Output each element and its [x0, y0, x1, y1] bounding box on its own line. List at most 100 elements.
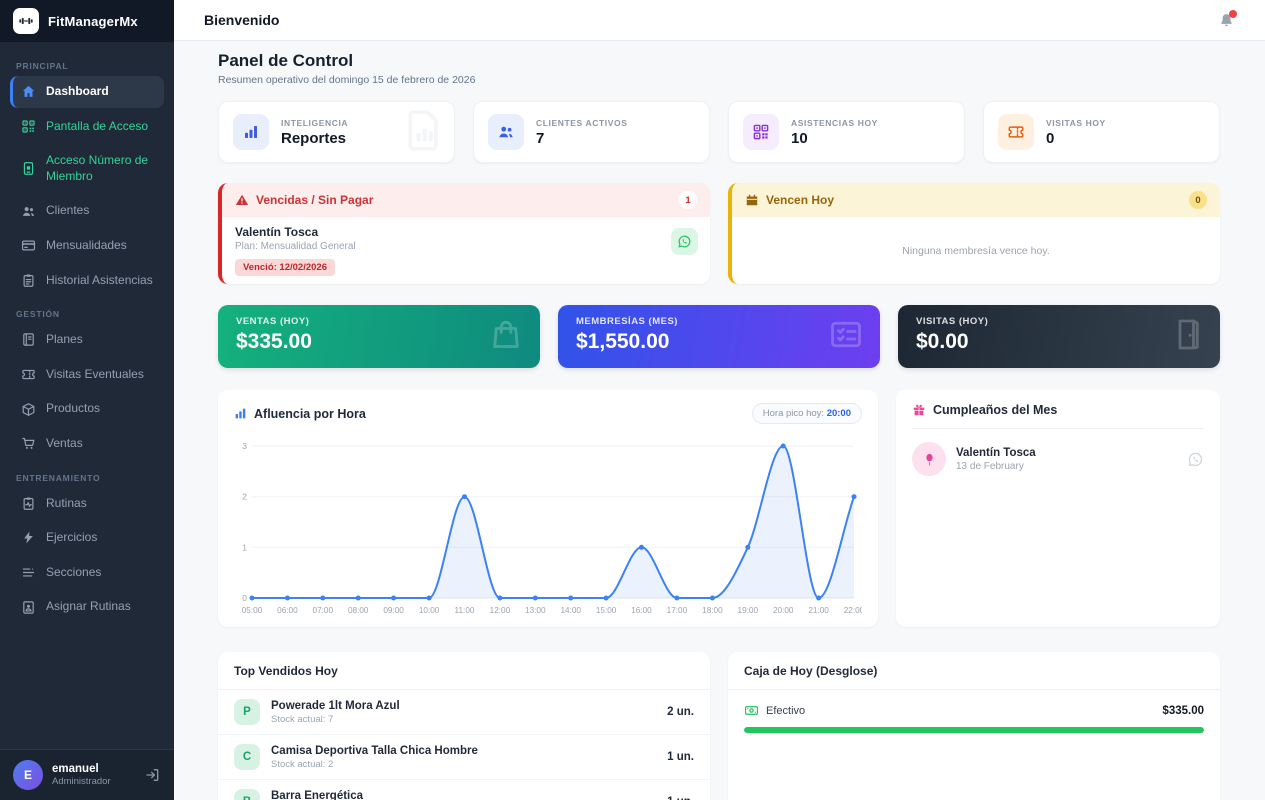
cash-row: Efectivo $335.00: [744, 703, 1204, 733]
svg-text:10:00: 10:00: [419, 606, 440, 615]
gift-icon: [912, 403, 926, 417]
sidebar-item-rutinas[interactable]: Rutinas: [10, 488, 164, 520]
stat-label: CLIENTES ACTIVOS: [536, 117, 628, 128]
sidebar-item-label: Ejercicios: [46, 530, 98, 545]
sidebar-item-label: Planes: [46, 332, 83, 347]
money-value: $1,550.00: [576, 330, 670, 353]
cash-card: Caja de Hoy (Desglose) Efectivo $335.00: [728, 652, 1220, 800]
birthdays-title: Cumpleaños del Mes: [933, 403, 1058, 417]
svg-text:14:00: 14:00: [560, 606, 581, 615]
whatsapp-icon[interactable]: [671, 228, 698, 255]
stat-label: ASISTENCIAS HOY: [791, 117, 878, 128]
product-qty: 2 un.: [667, 706, 694, 718]
sidebar-item-label: Acceso Número de Miembro: [46, 153, 149, 183]
ticket-icon: [21, 367, 36, 382]
door-icon: [1168, 316, 1204, 357]
charts-row: Afluencia por Hora Hora pico hoy: 20:00 …: [218, 390, 1220, 627]
peak-hour-badge: Hora pico hoy: 20:00: [751, 403, 862, 424]
sidebar-item-acceso-n-mero-de-miembro[interactable]: Acceso Número de Miembro: [10, 145, 164, 192]
ticket-icon: [998, 114, 1034, 150]
product-initial-badge: C: [234, 744, 260, 770]
money-label: MEMBRESÍAS (MES): [576, 316, 678, 327]
bolt-icon: [21, 530, 36, 545]
cash-title: Caja de Hoy (Desglose): [728, 652, 1220, 690]
svg-text:1: 1: [242, 542, 247, 552]
dashboard-content: Panel de Control Resumen operativo del d…: [174, 41, 1265, 800]
money-label: VISITAS (HOY): [916, 316, 989, 327]
stat-card-inteligencia[interactable]: INTELIGENCIA Reportes: [218, 101, 455, 163]
sidebar-item-asignar-rutinas[interactable]: Asignar Rutinas: [10, 591, 164, 623]
svg-text:18:00: 18:00: [702, 606, 723, 615]
cash-amount: $335.00: [1162, 704, 1204, 717]
sidebar-item-historial-asistencias[interactable]: Historial Asistencias: [10, 265, 164, 297]
sidebar-item-pantalla-de-acceso[interactable]: Pantalla de Acceso: [10, 111, 164, 143]
logo-bar: FitManagerMx: [0, 0, 174, 42]
sidebar-item-secciones[interactable]: Secciones: [10, 557, 164, 589]
top-sold-row: P Powerade 1lt Mora Azul Stock actual: 7…: [218, 690, 710, 735]
logout-icon[interactable]: [145, 767, 161, 783]
user-role: Administrador: [52, 776, 111, 787]
sidebar-item-mensualidades[interactable]: Mensualidades: [10, 230, 164, 262]
stat-card-visitas-hoy[interactable]: VISITAS HOY 0: [983, 101, 1220, 163]
sidebar-item-dashboard[interactable]: Dashboard: [10, 76, 164, 108]
banknote-icon: [744, 703, 759, 718]
sidebar-item-clientes[interactable]: Clientes: [10, 195, 164, 227]
top-sold-card: Top Vendidos Hoy P Powerade 1lt Mora Azu…: [218, 652, 710, 800]
sidebar-item-label: Productos: [46, 401, 101, 416]
app-root: FitManagerMx PRINCIPAL Dashboard Pantalla …: [0, 0, 1265, 800]
overdue-member-name: Valentín Tosca: [235, 225, 319, 239]
sidebar-item-label: Pantalla de Acceso: [46, 118, 149, 133]
stat-card-clientes-activos[interactable]: CLIENTES ACTIVOS 7: [473, 101, 710, 163]
app-title: FitManagerMx: [48, 13, 138, 29]
overdue-count-badge: 1: [679, 191, 697, 209]
alerts-grid: Vencidas / Sin Pagar 1 Valentín Tosca Pl…: [218, 183, 1220, 284]
qr-icon: [743, 114, 779, 150]
cash-progress-track: [744, 727, 1204, 733]
clipboard-icon: [21, 273, 36, 288]
sidebar-item-label: Mensualidades: [46, 237, 127, 252]
overdue-card: Vencidas / Sin Pagar 1 Valentín Tosca Pl…: [218, 183, 710, 284]
product-stock: Stock actual: 2: [271, 758, 334, 770]
whatsapp-icon[interactable]: [1187, 451, 1204, 468]
peak-hour-value: 20:00: [826, 408, 851, 419]
sidebar-item-label: Visitas Eventuales: [46, 366, 144, 381]
file-chart-watermark-icon: [402, 108, 446, 157]
sidebar-item-visitas-eventuales[interactable]: Visitas Eventuales: [10, 359, 164, 391]
birthday-item: Valentín Tosca 13 de February: [912, 442, 1204, 476]
afluencia-chart-card: Afluencia por Hora Hora pico hoy: 20:00 …: [218, 390, 878, 627]
sidebar-item-ventas[interactable]: Ventas: [10, 428, 164, 460]
stat-value: 0: [1046, 129, 1055, 147]
user-panel: E emanuel Administrador: [0, 749, 174, 800]
stat-value: 10: [791, 129, 808, 147]
stat-card-asistencias-hoy[interactable]: ASISTENCIAS HOY 10: [728, 101, 965, 163]
sidebar-item-planes[interactable]: Planes: [10, 324, 164, 356]
notifications-bell-icon[interactable]: [1218, 9, 1237, 29]
svg-text:17:00: 17:00: [667, 606, 688, 615]
money-value: $335.00: [236, 330, 312, 353]
clipboard-pulse-icon: [21, 496, 36, 511]
due-today-card: Vencen Hoy 0 Ninguna membresía vence hoy…: [728, 183, 1220, 284]
sidebar-item-label: Rutinas: [46, 495, 87, 510]
dumbbell-logo-icon: [13, 8, 39, 34]
sidebar-nav: PRINCIPAL Dashboard Pantalla de Acceso Acce…: [0, 42, 174, 749]
card-access-icon: [21, 161, 36, 176]
product-qty: 1 un.: [667, 751, 694, 763]
credit-card-icon: [21, 238, 36, 253]
product-stock: Stock actual: 7: [271, 713, 334, 725]
sidebar-item-label: Historial Asistencias: [46, 272, 153, 287]
money-label: VENTAS (HOY): [236, 316, 310, 327]
topbar: Bienvenido: [174, 0, 1265, 41]
stat-value: 7: [536, 129, 545, 147]
sidebar-item-ejercicios[interactable]: Ejercicios: [10, 522, 164, 554]
svg-text:20:00: 20:00: [773, 606, 794, 615]
user-name: emanuel: [52, 763, 99, 775]
svg-text:19:00: 19:00: [738, 606, 759, 615]
due-today-title: Vencen Hoy: [766, 193, 835, 207]
svg-text:09:00: 09:00: [383, 606, 404, 615]
money-card-blue: MEMBRESÍAS (MES) $1,550.00: [558, 305, 880, 368]
money-grid: VENTAS (HOY) $335.00 MEMBRESÍAS (MES) $1…: [218, 305, 1220, 368]
svg-text:15:00: 15:00: [596, 606, 617, 615]
overdue-member-plan: Plan: Mensualidad General: [235, 241, 356, 252]
nav-section-label: ENTRENAMIENTO: [16, 472, 101, 483]
sidebar-item-productos[interactable]: Productos: [10, 393, 164, 425]
